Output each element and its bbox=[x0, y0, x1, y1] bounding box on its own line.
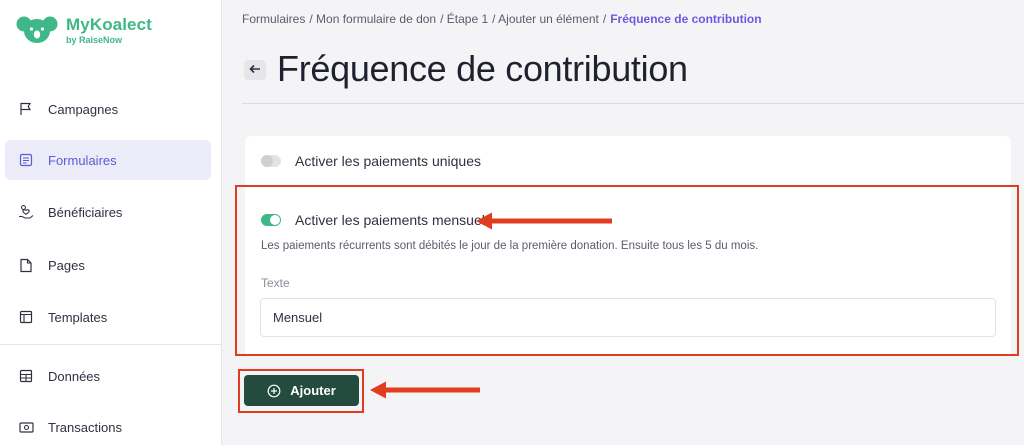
brand-name: MyKoalect bbox=[66, 14, 152, 34]
breadcrumb: Formulaires / Mon formulaire de don / Ét… bbox=[242, 12, 766, 26]
breadcrumb-link[interactable]: / Ajouter un élément bbox=[492, 12, 599, 26]
sidebar-item-label: Templates bbox=[48, 309, 108, 325]
breadcrumb-link[interactable]: / Mon formulaire de don bbox=[309, 12, 436, 26]
sidebar-item-label: Données bbox=[48, 368, 101, 384]
plus-circle-icon bbox=[267, 384, 281, 398]
annotation-arrow-icon bbox=[476, 212, 612, 230]
sidebar-item-campagnes[interactable]: Campagnes bbox=[5, 89, 211, 129]
sidebar-item-label: Campagnes bbox=[48, 101, 119, 117]
sidebar-item-beneficiaires[interactable]: Bénéficiaires bbox=[5, 192, 211, 232]
annotation-arrow-icon bbox=[370, 381, 480, 399]
annotation-highlight-box bbox=[235, 185, 1019, 356]
add-button-label: Ajouter bbox=[290, 383, 336, 398]
sidebar-item-donnees[interactable]: Données bbox=[5, 356, 211, 396]
brand-subtitle: by RaiseNow bbox=[66, 34, 123, 45]
page-icon bbox=[18, 257, 34, 273]
sidebar-item-transactions[interactable]: Transactions bbox=[5, 407, 211, 445]
sidebar-item-pages[interactable]: Pages bbox=[5, 245, 211, 285]
template-icon bbox=[18, 309, 34, 325]
table-icon bbox=[18, 368, 34, 384]
main-content: Formulaires / Mon formulaire de don / Ét… bbox=[222, 0, 1024, 445]
one-time-payments-label: Activer les paiements uniques bbox=[295, 153, 481, 169]
breadcrumb-link[interactable]: / Étape 1 bbox=[440, 12, 488, 26]
cash-icon bbox=[18, 419, 34, 435]
arrow-left-icon bbox=[249, 61, 261, 79]
flag-icon bbox=[18, 101, 34, 117]
hand-heart-icon bbox=[18, 204, 34, 220]
sidebar-item-templates[interactable]: Templates bbox=[5, 297, 211, 337]
one-time-payments-toggle[interactable] bbox=[261, 155, 281, 167]
add-button[interactable]: Ajouter bbox=[244, 375, 359, 406]
koala-logo-icon bbox=[16, 14, 58, 46]
breadcrumb-link[interactable]: Formulaires bbox=[242, 12, 305, 26]
sidebar-divider bbox=[0, 344, 222, 345]
breadcrumb-separator: / bbox=[602, 12, 607, 26]
title-divider bbox=[242, 103, 1024, 104]
sidebar-item-label: Bénéficiaires bbox=[48, 204, 123, 220]
breadcrumb-current: Fréquence de contribution bbox=[610, 12, 762, 26]
sidebar-item-label: Transactions bbox=[48, 419, 122, 435]
sidebar-item-label: Pages bbox=[48, 257, 85, 273]
one-time-payments-row: Activer les paiements uniques bbox=[261, 153, 481, 169]
form-icon bbox=[18, 152, 34, 168]
sidebar-item-label: Formulaires bbox=[48, 152, 117, 168]
brand-logo[interactable]: MyKoalect by RaiseNow bbox=[16, 14, 152, 46]
sidebar: MyKoalect by RaiseNow Campagnes Formulai… bbox=[0, 0, 222, 445]
back-button[interactable] bbox=[244, 60, 266, 80]
page-title: Fréquence de contribution bbox=[277, 48, 688, 89]
sidebar-item-formulaires[interactable]: Formulaires bbox=[5, 140, 211, 180]
